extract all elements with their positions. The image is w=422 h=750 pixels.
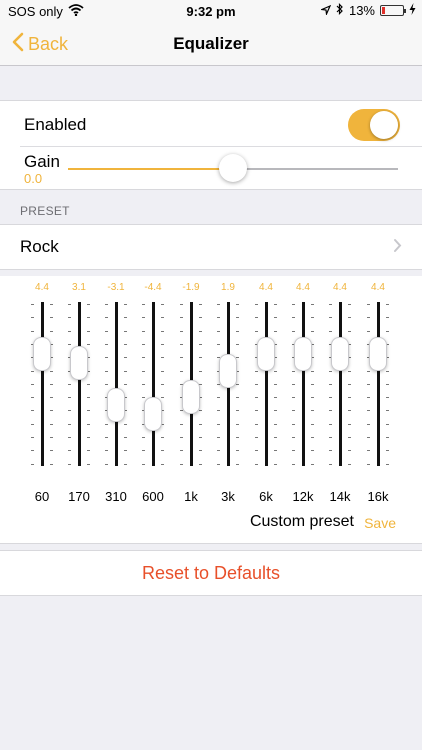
navigation-bar: Back Equalizer (0, 24, 422, 66)
row-divider (20, 146, 422, 147)
eq-slider-thumb[interactable] (219, 354, 237, 389)
eq-tick-marks (255, 304, 259, 465)
eq-band: -1.9 1k (171, 282, 211, 506)
location-icon (319, 3, 332, 18)
eq-band: 1.9 3k (208, 282, 248, 506)
eq-tick-marks (199, 304, 203, 465)
eq-slider-rail[interactable] (78, 302, 81, 466)
eq-band: 4.4 12k (283, 282, 323, 506)
gain-slider-thumb[interactable] (219, 154, 247, 182)
eq-tick-marks (329, 304, 333, 465)
enabled-toggle[interactable] (348, 109, 400, 141)
eq-band: -3.1 310 (96, 282, 136, 506)
eq-tick-marks (367, 304, 371, 465)
eq-tick-marks (274, 304, 278, 465)
eq-slider-thumb[interactable] (144, 397, 162, 432)
eq-band-value: 1.9 (221, 282, 235, 293)
preset-row[interactable]: Rock (0, 224, 422, 270)
settings-group: Enabled Gain 0.0 (0, 100, 422, 190)
eq-tick-marks (68, 304, 72, 465)
status-right: 13% (319, 3, 416, 18)
eq-tick-marks (31, 304, 35, 465)
eq-tick-marks (348, 304, 352, 465)
preset-section-header: PRESET (20, 204, 70, 218)
charging-icon (409, 3, 416, 18)
eq-band: -4.4 600 (133, 282, 173, 506)
eq-tick-marks (311, 304, 315, 465)
eq-tick-marks (236, 304, 240, 465)
toggle-knob (370, 111, 398, 139)
eq-band: 3.1 170 (59, 282, 99, 506)
bluetooth-icon (336, 3, 344, 18)
disclosure-chevron-icon (393, 238, 402, 258)
eq-slider-rail[interactable] (41, 302, 44, 466)
eq-band-value: 4.4 (371, 282, 385, 293)
eq-slider-rail[interactable] (152, 302, 155, 466)
battery-percent: 13% (348, 3, 375, 18)
eq-band-value: 3.1 (72, 282, 86, 293)
eq-band-value: 4.4 (259, 282, 273, 293)
eq-slider-thumb[interactable] (70, 345, 88, 380)
eq-tick-marks (50, 304, 54, 465)
page-title: Equalizer (173, 34, 249, 53)
preset-value: Rock (20, 237, 59, 256)
enabled-label: Enabled (24, 115, 87, 134)
eq-tick-marks (161, 304, 165, 465)
reset-defaults-button[interactable]: Reset to Defaults (0, 563, 422, 584)
eq-band: 4.4 60 (22, 282, 62, 506)
battery-icon (380, 5, 406, 16)
eq-slider-rail[interactable] (265, 302, 268, 466)
eq-tick-marks (124, 304, 128, 465)
eq-slider-rail[interactable] (377, 302, 380, 466)
eq-slider-rail[interactable] (339, 302, 342, 466)
eq-band-value: 4.4 (296, 282, 310, 293)
eq-slider-thumb[interactable] (331, 336, 349, 371)
gain-label: Gain (24, 152, 60, 171)
eq-slider-thumb[interactable] (294, 336, 312, 371)
eq-slider-thumb[interactable] (369, 336, 387, 371)
eq-tick-marks (105, 304, 109, 465)
eq-band-value: 4.4 (35, 282, 49, 293)
eq-slider-thumb[interactable] (33, 336, 51, 371)
eq-slider-thumb[interactable] (182, 379, 200, 414)
custom-preset-label: Custom preset (249, 513, 354, 530)
eq-band: 4.4 6k (246, 282, 286, 506)
save-button[interactable]: Save (364, 515, 396, 531)
eq-band-value: 4.4 (333, 282, 347, 293)
status-bar: SOS only 9:32 pm 13% (0, 0, 422, 24)
eq-slider-thumb[interactable] (107, 388, 125, 423)
eq-slider-rail[interactable] (302, 302, 305, 466)
eq-band: 4.4 14k (320, 282, 360, 506)
eq-tick-marks (142, 304, 146, 465)
eq-tick-marks (87, 304, 91, 465)
eq-slider-thumb[interactable] (257, 336, 275, 371)
eq-band-frequency: 16k (367, 489, 389, 504)
gain-slider[interactable] (68, 154, 398, 182)
eq-band: 4.4 16k (358, 282, 398, 506)
gain-slider-fill (68, 168, 233, 170)
eq-slider-rail[interactable] (115, 302, 118, 466)
eq-tick-marks (292, 304, 296, 465)
eq-tick-marks (386, 304, 390, 465)
eq-band-value: -1.9 (182, 282, 200, 293)
eq-band-value: -4.4 (144, 282, 162, 293)
eq-band-value: -3.1 (107, 282, 125, 293)
gain-value: 0.0 (24, 171, 43, 186)
